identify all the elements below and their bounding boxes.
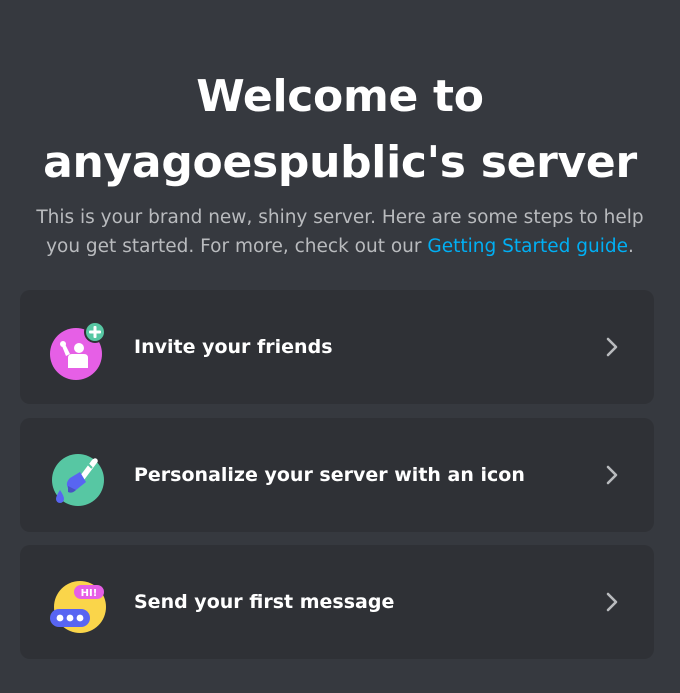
welcome-title-line1: Welcome to bbox=[196, 71, 484, 122]
chevron-right-icon bbox=[600, 463, 624, 487]
subtitle-period: . bbox=[628, 236, 634, 257]
welcome-screen: Welcome to anyagoespublic's server This … bbox=[0, 0, 680, 693]
chevron-right-icon bbox=[600, 335, 624, 359]
chevron-right-icon bbox=[600, 590, 624, 614]
send-first-message-card[interactable]: HI! Send your first message bbox=[20, 545, 654, 659]
personalize-server-card[interactable]: Personalize your server with an icon bbox=[20, 418, 654, 532]
subtitle-line2-text: you get started. For more, check out our bbox=[46, 236, 428, 257]
personalize-server-label: Personalize your server with an icon bbox=[134, 464, 525, 486]
subtitle-line2: you get started. For more, check out our… bbox=[30, 232, 650, 261]
invite-friends-card[interactable]: Invite your friends bbox=[20, 290, 654, 404]
welcome-title: Welcome to anyagoespublic's server bbox=[0, 64, 680, 196]
getting-started-guide-link[interactable]: Getting Started guide bbox=[427, 236, 628, 257]
welcome-subtitle: This is your brand new, shiny server. He… bbox=[30, 203, 650, 261]
hi-bubble-text: HI! bbox=[81, 588, 98, 599]
paintbrush-icon bbox=[46, 448, 110, 512]
chat-bubble-icon: HI! bbox=[46, 575, 110, 639]
welcome-title-line2: anyagoespublic's server bbox=[43, 137, 637, 188]
invite-friends-label: Invite your friends bbox=[134, 336, 333, 358]
invite-friends-icon bbox=[46, 320, 110, 384]
send-first-message-label: Send your first message bbox=[134, 591, 395, 613]
subtitle-line1: This is your brand new, shiny server. He… bbox=[36, 207, 644, 228]
